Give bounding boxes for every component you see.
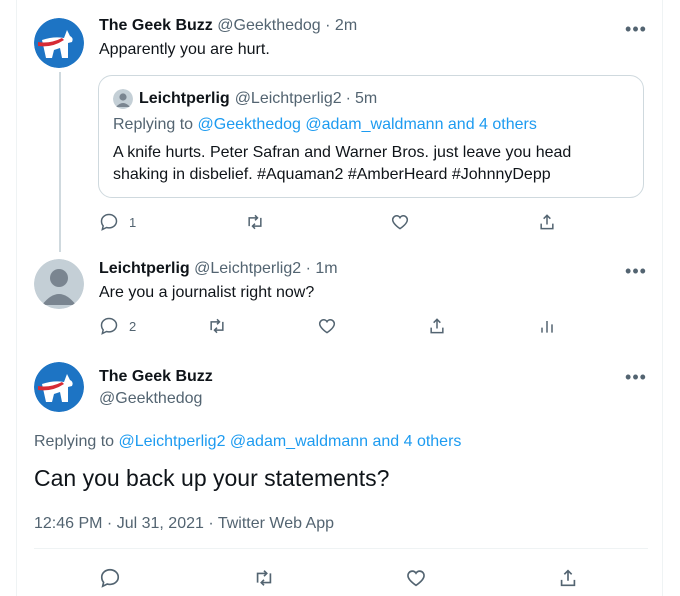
quote-author-handle[interactable]: @Leichtperlig2 <box>235 90 342 108</box>
reply-button[interactable]: 1 <box>99 210 136 234</box>
like-button[interactable] <box>317 314 337 338</box>
left-border <box>16 0 17 596</box>
author-name[interactable]: The Geek Buzz <box>99 368 213 386</box>
author-handle[interactable]: @Geekthedog <box>99 390 202 408</box>
reply-count: 1 <box>129 214 137 230</box>
avatar-leichtperlig[interactable] <box>34 259 84 309</box>
separator: · <box>325 17 331 34</box>
right-border <box>662 0 663 596</box>
retweet-icon <box>253 567 275 589</box>
timestamp[interactable]: 2m <box>335 17 357 34</box>
retweet-button[interactable] <box>245 210 265 234</box>
retweet-button[interactable] <box>207 314 227 338</box>
reply-count: 2 <box>129 318 137 334</box>
separator: · <box>345 90 351 107</box>
avatar-geekbuzz[interactable] <box>34 18 84 68</box>
more-options-icon[interactable]: ••• <box>624 20 648 44</box>
replying-prefix: Replying to <box>34 433 115 450</box>
quote-text-line2: shaking in disbelief. #Aquaman2 #AmberHe… <box>113 166 551 183</box>
quote-replying-line: Replying to @Geekthedog @adam_waldmann a… <box>113 116 537 134</box>
retweet-icon <box>245 212 265 232</box>
like-icon <box>317 316 337 336</box>
separator: · <box>305 260 311 277</box>
quote-avatar <box>113 89 133 109</box>
analytics-button[interactable] <box>537 314 557 338</box>
replying-to-link[interactable]: @Geekthedog @adam_waldmann and 4 others <box>198 116 537 133</box>
retweet-button[interactable] <box>253 566 275 590</box>
quoted-tweet[interactable]: Leichtperlig @Leichtperlig2 · 5m Replyin… <box>98 75 644 198</box>
reply-icon <box>99 316 119 336</box>
more-options-icon[interactable]: ••• <box>624 368 648 392</box>
quote-text-line1: A knife hurts. Peter Safran and Warner B… <box>113 144 572 161</box>
quote-header: Leichtperlig @Leichtperlig2 · 5m <box>113 89 377 109</box>
replying-prefix: Replying to <box>113 116 194 133</box>
quote-timestamp[interactable]: 5m <box>355 90 377 108</box>
tweet1-header: The Geek Buzz @Geekthedog · 2m <box>99 17 357 35</box>
share-button[interactable] <box>557 566 579 590</box>
replying-to-link[interactable]: @Leichtperlig2 @adam_waldmann and 4 othe… <box>119 433 462 450</box>
tweet-timestamp[interactable]: 12:46 PM · Jul 31, 2021 · Twitter Web Ap… <box>34 515 334 533</box>
author-handle[interactable]: @Geekthedog <box>217 17 320 34</box>
share-icon <box>427 316 447 336</box>
like-button[interactable] <box>405 566 427 590</box>
author-name[interactable]: The Geek Buzz <box>99 17 213 34</box>
reply-button[interactable] <box>99 566 121 590</box>
reply-icon <box>99 567 121 589</box>
author-handle[interactable]: @Leichtperlig2 <box>194 260 301 277</box>
more-options-icon[interactable]: ••• <box>624 262 648 286</box>
tweet-text: Apparently you are hurt. <box>99 41 270 58</box>
reply-button[interactable]: 2 <box>99 314 136 338</box>
share-icon <box>537 212 557 232</box>
replying-line: Replying to @Leichtperlig2 @adam_waldman… <box>34 433 461 451</box>
thread-connector <box>59 72 61 252</box>
like-button[interactable] <box>390 210 410 234</box>
divider <box>34 548 648 549</box>
avatar-geekbuzz[interactable] <box>34 362 84 412</box>
focused-tweet-text: Can you back up your statements? <box>34 465 390 491</box>
share-icon <box>557 567 579 589</box>
author-name[interactable]: Leichtperlig <box>99 260 190 277</box>
retweet-icon <box>207 316 227 336</box>
reply-icon <box>99 212 119 232</box>
share-button[interactable] <box>537 210 557 234</box>
tweet2-header: Leichtperlig @Leichtperlig2 · 1m <box>99 260 338 278</box>
quote-author-name[interactable]: Leichtperlig <box>139 90 230 108</box>
share-button[interactable] <box>427 314 447 338</box>
tweet-text: Are you a journalist right now? <box>99 284 315 301</box>
analytics-icon <box>537 316 557 336</box>
timestamp[interactable]: 1m <box>315 260 337 277</box>
like-icon <box>390 212 410 232</box>
like-icon <box>405 567 427 589</box>
